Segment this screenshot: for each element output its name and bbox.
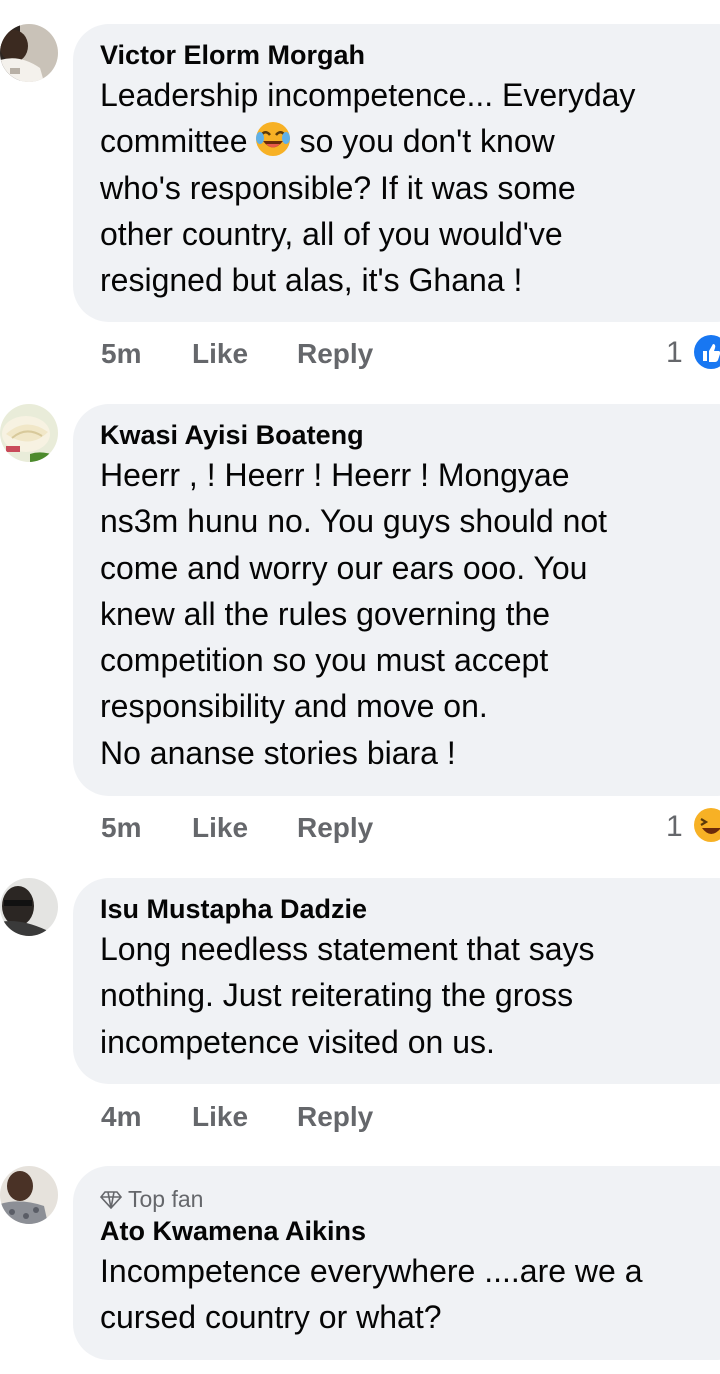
comment-bubble: Top fan Ato Kwamena Aikins Incompetence … bbox=[73, 1166, 720, 1360]
comment-text: Leadership incompetence... Everyday comm… bbox=[100, 72, 720, 303]
comment-line: Heerr , ! Heerr ! Heerr ! Mongyae bbox=[100, 457, 570, 493]
comment-author[interactable]: Ato Kwamena Aikins bbox=[100, 1214, 720, 1248]
comment-time[interactable]: 4m bbox=[101, 1101, 141, 1133]
comment-line: responsibility and move on. bbox=[100, 688, 488, 725]
comment-line: Long needless statement that says bbox=[100, 931, 595, 967]
comment-line: No ananse stories biara ! bbox=[100, 734, 456, 771]
comment-line: competition so you must accept bbox=[100, 642, 549, 679]
comment-bubble: Isu Mustapha Dadzie Long needless statem… bbox=[73, 878, 720, 1084]
comment-bubble: Kwasi Ayisi Boateng Heerr , ! Heerr ! He… bbox=[73, 404, 720, 796]
comment-bubble: Victor Elorm Morgah Leadership incompete… bbox=[73, 24, 720, 322]
reply-button[interactable]: Reply bbox=[297, 812, 373, 844]
comment-line-prefix: committee bbox=[100, 123, 248, 160]
like-button[interactable]: Like bbox=[192, 1101, 248, 1133]
like-icon bbox=[694, 335, 720, 369]
top-fan-badge: Top fan bbox=[99, 1184, 720, 1214]
comment-line: Incompetence everywhere ....are we a bbox=[100, 1253, 643, 1289]
haha-icon bbox=[694, 808, 720, 842]
comment-time[interactable]: 5m bbox=[101, 338, 141, 370]
comment-time[interactable]: 5m bbox=[101, 812, 141, 844]
comment-line: cursed country or what? bbox=[100, 1299, 442, 1336]
reaction-count[interactable]: 1 bbox=[666, 810, 683, 844]
reaction-count[interactable]: 1 bbox=[666, 336, 683, 370]
comment-line: other country, all of you would've bbox=[100, 215, 563, 252]
comment-author[interactable]: Victor Elorm Morgah bbox=[100, 38, 720, 72]
comment-author[interactable]: Isu Mustapha Dadzie bbox=[100, 892, 720, 926]
badge-label: Top fan bbox=[128, 1186, 204, 1212]
avatar[interactable] bbox=[0, 1166, 58, 1224]
comment-line: come and worry our ears ooo. You bbox=[100, 549, 588, 586]
comment-line: nothing. Just reiterating the gross bbox=[100, 977, 574, 1014]
like-button[interactable]: Like bbox=[192, 812, 248, 844]
comment-line: knew all the rules governing the bbox=[100, 595, 551, 632]
comment-line: committee so you don't know bbox=[100, 118, 720, 164]
comment-line: incompetence visited on us. bbox=[100, 1023, 495, 1060]
laughing-emoji-icon bbox=[255, 122, 290, 157]
comment-line-rest: so you don't know bbox=[299, 123, 555, 160]
reply-button[interactable]: Reply bbox=[297, 1101, 373, 1133]
comment-line: resigned but alas, it's Ghana ! bbox=[100, 262, 523, 299]
comment-line: ns3m hunu no. You guys should not bbox=[100, 503, 608, 540]
like-button[interactable]: Like bbox=[192, 338, 248, 370]
avatar[interactable] bbox=[0, 404, 58, 462]
comment-text: Long needless statement that says nothin… bbox=[100, 926, 720, 1065]
avatar[interactable] bbox=[0, 878, 58, 936]
comment-author[interactable]: Kwasi Ayisi Boateng bbox=[100, 418, 720, 452]
comment-line: Leadership incompetence... Everyday bbox=[100, 77, 636, 113]
comment-line: who's responsible? If it was some bbox=[100, 169, 576, 206]
diamond-icon bbox=[99, 1191, 123, 1210]
comment-text: Incompetence everywhere ....are we a cur… bbox=[100, 1248, 720, 1341]
avatar[interactable] bbox=[0, 24, 58, 82]
comment-text: Heerr , ! Heerr ! Heerr ! Mongyae ns3m h… bbox=[100, 452, 720, 776]
reply-button[interactable]: Reply bbox=[297, 338, 373, 370]
